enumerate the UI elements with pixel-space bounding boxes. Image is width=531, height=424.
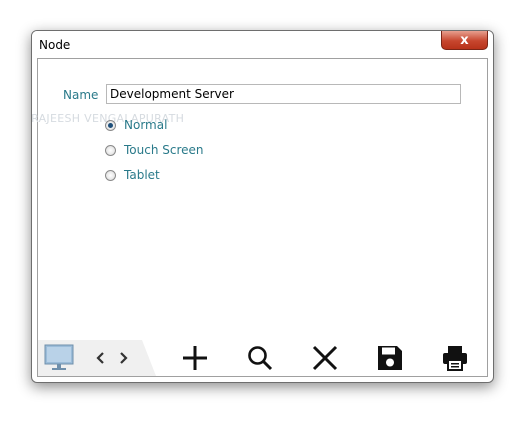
plus-icon[interactable] bbox=[181, 344, 209, 372]
name-input[interactable] bbox=[106, 84, 461, 104]
dialog-client-area: © RAJEESH VENGALAPURATH Name Normal Touc… bbox=[32, 58, 488, 377]
radio-button[interactable] bbox=[105, 144, 116, 156]
radio-option-touch-screen[interactable]: Touch Screen bbox=[105, 142, 204, 158]
node-dialog: Node x © RAJEESH VENGALAPURATH Name Norm… bbox=[31, 30, 494, 383]
search-icon[interactable] bbox=[246, 344, 274, 372]
radio-label: Tablet bbox=[124, 168, 160, 182]
radio-button[interactable] bbox=[105, 119, 116, 131]
window-title: Node bbox=[39, 38, 71, 52]
chevron-right-icon[interactable] bbox=[116, 349, 132, 367]
window-close-button[interactable]: x bbox=[441, 31, 488, 50]
close-icon[interactable] bbox=[311, 344, 339, 372]
print-icon[interactable] bbox=[441, 344, 469, 372]
radio-label: Touch Screen bbox=[124, 143, 204, 157]
title-bar: Node x bbox=[32, 31, 493, 57]
chevron-left-icon[interactable] bbox=[92, 349, 108, 367]
bottom-toolbar bbox=[38, 340, 487, 376]
save-icon[interactable] bbox=[376, 344, 404, 372]
monitor-icon[interactable] bbox=[44, 343, 74, 373]
close-glyph: x bbox=[460, 32, 469, 48]
radio-label: Normal bbox=[124, 118, 168, 132]
radio-button[interactable] bbox=[105, 169, 116, 181]
radio-option-normal[interactable]: Normal bbox=[105, 117, 167, 133]
radio-option-tablet[interactable]: Tablet bbox=[105, 167, 160, 183]
name-label: Name bbox=[63, 88, 99, 102]
